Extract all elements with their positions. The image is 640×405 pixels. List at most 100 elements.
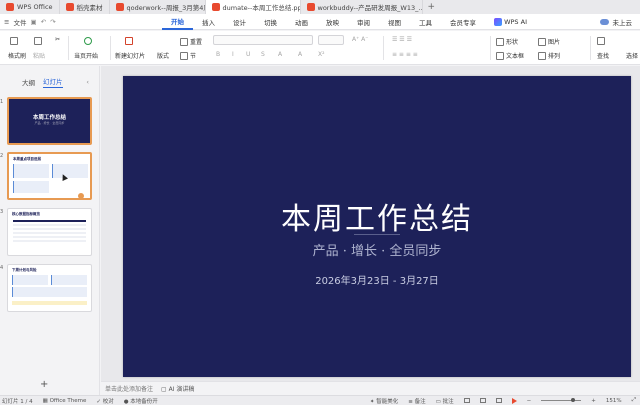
- play-icon[interactable]: [84, 37, 92, 45]
- menu-transition[interactable]: 切换: [255, 14, 286, 30]
- superscript-icon[interactable]: X²: [318, 51, 325, 58]
- font-family-select[interactable]: [213, 35, 313, 45]
- new-slide-icon[interactable]: [125, 37, 133, 45]
- tab-outline[interactable]: 大纲: [22, 77, 35, 87]
- tab-workbuddy[interactable]: workbuddy--产品研发周报_W13_...: [301, 0, 423, 14]
- menu-tools[interactable]: 工具: [410, 14, 441, 30]
- tab-qoderwork[interactable]: qoderwork--周报_3月第4周.pptx: [110, 0, 206, 14]
- bullet-list-icon[interactable]: ☰ ☰ ☰: [392, 36, 412, 43]
- ppt-file-icon: [211, 3, 220, 11]
- slide-thumbnail-pane: 大纲 幻灯片 ‹ 1 本周工作总结 产品 · 增长 · 全员同步 2 本周重点项…: [0, 66, 100, 395]
- strikethrough-icon[interactable]: S: [261, 51, 265, 58]
- format-painter-button[interactable]: 格式刷: [8, 51, 26, 60]
- thumb-subtitle: 产品 · 增长 · 全员同步: [34, 121, 65, 125]
- slide-thumbnail-4[interactable]: 下周计划与风险: [7, 264, 92, 312]
- ribbon-toolbar: ✂ 格式刷 粘贴 当页开始 新建幻灯片 版式 重置 节 A⁺ A⁻ B I U …: [0, 31, 640, 65]
- underline-icon[interactable]: U: [246, 51, 250, 58]
- beautify-button[interactable]: ✦ 智能美化: [370, 397, 398, 405]
- cloud-status[interactable]: 未上云: [613, 17, 633, 27]
- menu-insert[interactable]: 插入: [193, 14, 224, 30]
- bold-icon[interactable]: B: [216, 51, 220, 58]
- slide-thumbnail-2[interactable]: 本周重点项目进展: [7, 152, 92, 200]
- new-slide-button[interactable]: 新建幻灯片: [115, 51, 145, 60]
- slide-date[interactable]: 2026年3月23日 - 3月27日: [123, 272, 631, 287]
- reading-view-icon[interactable]: [495, 398, 502, 403]
- section-button[interactable]: 节: [180, 51, 196, 60]
- font-color-icon[interactable]: A: [278, 51, 282, 58]
- slide-count: 幻灯片 1 / 4: [2, 398, 33, 405]
- slide-thumbnail-3[interactable]: 核心数据指标概览: [7, 208, 92, 256]
- menu-animation[interactable]: 动画: [286, 14, 317, 30]
- wps-logo-icon: [6, 3, 14, 11]
- proofing-button[interactable]: ✓ 校对: [96, 397, 113, 405]
- slideshow-play-icon[interactable]: [511, 397, 517, 404]
- zoom-level[interactable]: 151%: [606, 398, 622, 404]
- add-slide-icon[interactable]: +: [40, 379, 48, 390]
- normal-view-icon[interactable]: [463, 398, 470, 403]
- tab-daoke[interactable]: 稻壳素材: [60, 0, 110, 14]
- theme-name[interactable]: ▦ Office Theme: [43, 398, 87, 404]
- zoom-slider[interactable]: [541, 398, 582, 402]
- slide-thumbnail-1[interactable]: 本周工作总结 产品 · 增长 · 全员同步: [7, 97, 92, 145]
- ai-speech-button[interactable]: ▢ AI 演讲稿: [161, 384, 194, 393]
- zoom-out-icon[interactable]: −: [527, 398, 532, 404]
- notes-toggle[interactable]: ≡ 备注: [408, 397, 425, 405]
- menu-design[interactable]: 设计: [224, 14, 255, 30]
- save-icon[interactable]: ▣: [30, 18, 36, 26]
- shape-button[interactable]: 形状: [496, 37, 518, 46]
- textbox-icon: [496, 51, 504, 60]
- file-menu[interactable]: 文件: [13, 17, 26, 27]
- current-slide[interactable]: 本周工作总结 产品 · 增长 · 全员同步 2026年3月23日 - 3月27日: [123, 76, 631, 377]
- menu-view[interactable]: 视图: [379, 14, 410, 30]
- menu-start[interactable]: 开始: [162, 14, 193, 30]
- thumb-title: 本周工作总结: [32, 115, 66, 121]
- notes-placeholder[interactable]: 单击此处添加备注: [105, 384, 153, 393]
- paste-button[interactable]: 粘贴: [33, 51, 45, 60]
- textbox-button[interactable]: 文本框: [496, 51, 524, 60]
- align-icons[interactable]: ≡ ≡ ≡ ≡: [392, 51, 418, 58]
- ribbon-divider: [68, 36, 69, 60]
- cut-icon[interactable]: ✂: [55, 36, 60, 43]
- status-bar: 幻灯片 1 / 4 ▦ Office Theme ✓ 校对 ● 本地备份开 ✦ …: [0, 395, 640, 405]
- redo-icon[interactable]: ↷: [50, 18, 55, 26]
- wps-ai-button[interactable]: WPS AI: [485, 14, 536, 30]
- layout-button[interactable]: 版式: [157, 51, 169, 60]
- cloud-icon: [599, 18, 609, 25]
- italic-icon[interactable]: I: [232, 51, 234, 58]
- tab-slides[interactable]: 幻灯片: [43, 76, 63, 88]
- play-from-current-button[interactable]: 当页开始: [74, 51, 98, 60]
- tab-bar: WPS Office 稻壳素材 qoderwork--周报_3月第4周.pptx…: [0, 0, 640, 14]
- comments-toggle[interactable]: ▭ 批注: [436, 397, 454, 405]
- format-painter-icon[interactable]: [10, 37, 18, 45]
- fill-icon[interactable]: [597, 37, 605, 45]
- undo-icon[interactable]: ↶: [41, 18, 46, 26]
- paste-icon[interactable]: [34, 37, 42, 45]
- menu-member[interactable]: 会员专享: [441, 14, 485, 30]
- slide-title[interactable]: 本周工作总结: [123, 194, 631, 238]
- fit-window-icon[interactable]: ⤢: [632, 397, 640, 404]
- section-icon: [180, 51, 188, 60]
- select-button[interactable]: 选择: [626, 51, 638, 60]
- ribbon-divider: [490, 36, 491, 60]
- reset-button[interactable]: 重置: [180, 37, 202, 46]
- daoke-icon: [65, 3, 74, 11]
- highlight-icon[interactable]: A: [298, 51, 302, 58]
- new-tab-icon[interactable]: +: [423, 0, 441, 14]
- menu-review[interactable]: 审阅: [348, 14, 379, 30]
- menu-slideshow[interactable]: 放映: [317, 14, 348, 30]
- zoom-in-icon[interactable]: +: [591, 398, 596, 404]
- font-size-select[interactable]: [318, 35, 344, 45]
- find-button[interactable]: 查找: [597, 51, 609, 60]
- slide-editor: 本周工作总结 产品 · 增长 · 全员同步 2026年3月23日 - 3月27日: [101, 66, 640, 381]
- arrange-button[interactable]: 排列: [538, 51, 560, 60]
- font-size-grow-icon[interactable]: A⁺ A⁻: [352, 36, 368, 43]
- backup-status[interactable]: ● 本地备份开: [124, 397, 158, 405]
- ppt-file-icon: [115, 3, 124, 11]
- hamburger-menu-icon[interactable]: ≡: [4, 18, 9, 26]
- collapse-pane-icon[interactable]: ‹: [86, 78, 89, 86]
- slide-subtitle[interactable]: 产品 · 增长 · 全员同步: [123, 240, 631, 259]
- image-button[interactable]: 图片: [538, 37, 560, 46]
- tab-dumate[interactable]: dumate--本周工作总结.pptx×: [205, 0, 301, 14]
- tab-wps-office[interactable]: WPS Office: [0, 0, 60, 14]
- sorter-view-icon[interactable]: [479, 398, 486, 403]
